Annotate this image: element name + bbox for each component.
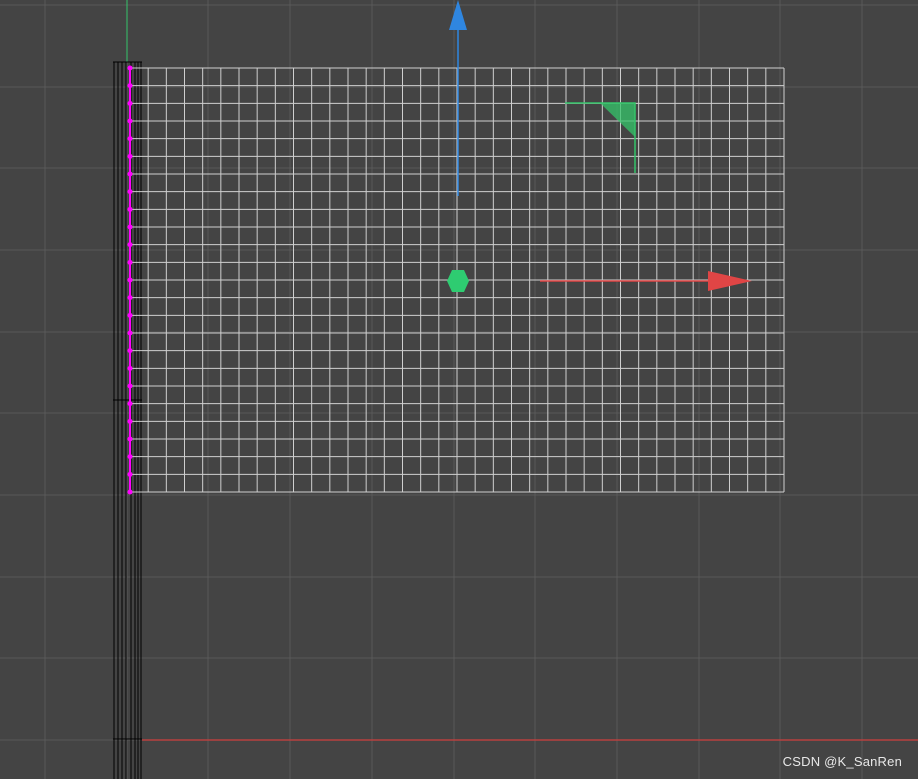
selected-vertex xyxy=(127,100,133,106)
selected-vertex xyxy=(127,401,133,407)
selected-vertex xyxy=(127,383,133,389)
selected-vertex xyxy=(127,206,133,212)
selected-vertex xyxy=(127,242,133,248)
watermark-text: CSDN @K_SanRen xyxy=(782,754,902,769)
selected-vertex xyxy=(127,418,133,424)
move-gizmo[interactable] xyxy=(447,0,752,292)
3d-viewport[interactable]: CSDN @K_SanRen xyxy=(0,0,918,779)
plane-handle-icon[interactable] xyxy=(565,102,636,173)
selected-vertex xyxy=(127,136,133,142)
selected-vertex xyxy=(127,83,133,89)
viewport-canvas[interactable] xyxy=(0,0,918,779)
selected-vertex xyxy=(127,295,133,301)
selected-vertex xyxy=(127,365,133,371)
selected-vertex xyxy=(127,312,133,318)
selected-vertex xyxy=(127,454,133,460)
selected-vertex xyxy=(127,153,133,159)
selected-vertex xyxy=(127,348,133,354)
selected-vertex xyxy=(127,489,133,495)
selected-vertices[interactable] xyxy=(127,65,133,495)
selected-vertex xyxy=(127,259,133,265)
selected-vertex xyxy=(127,189,133,195)
selected-vertex xyxy=(127,330,133,336)
selected-vertex xyxy=(127,118,133,124)
selected-vertex xyxy=(127,171,133,177)
selected-vertex xyxy=(127,277,133,283)
center-handle-icon[interactable] xyxy=(447,270,469,292)
selected-vertex xyxy=(127,436,133,442)
selected-vertex xyxy=(127,224,133,230)
selected-vertex xyxy=(127,471,133,477)
selected-vertex xyxy=(127,65,133,71)
